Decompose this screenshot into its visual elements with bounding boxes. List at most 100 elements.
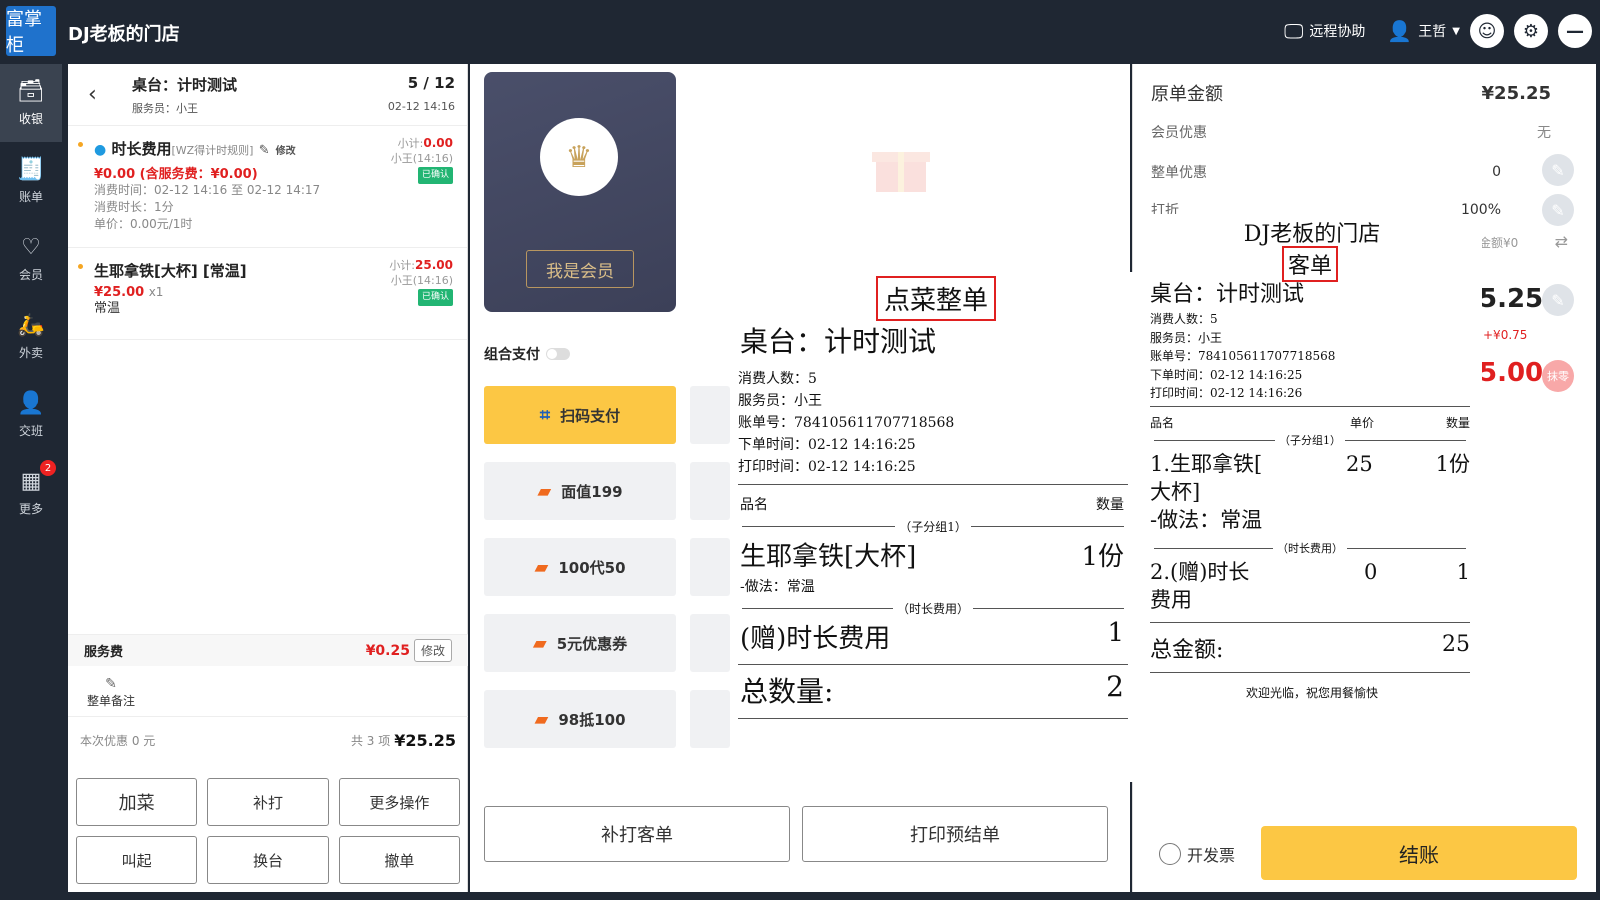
- pay-method-partial[interactable]: [690, 614, 730, 672]
- receipt-item-row: 1.生耶拿铁[ 大杯] -做法：常温 25 1份: [1150, 450, 1470, 534]
- edit-icon[interactable]: ✎: [1542, 284, 1574, 316]
- pay-method-partial[interactable]: [690, 538, 730, 596]
- receipt-header-row: 品名 数量: [740, 494, 1124, 514]
- receipt-bill-no: 账单号：784105611707718568: [738, 415, 955, 431]
- receipt-waiter: 服务员：小王: [738, 393, 822, 409]
- sidebar-item-delivery[interactable]: 🛵 外卖: [0, 298, 62, 376]
- call-up-button[interactable]: 叫起: [76, 836, 198, 884]
- sidebar-item-bills[interactable]: 🧾 账单: [0, 142, 62, 220]
- app-logo: 富掌柜: [6, 6, 56, 56]
- sidebar-item-label: 交班: [18, 424, 43, 438]
- crown-icon: ♛: [540, 118, 618, 196]
- group-label: （子分组1）: [899, 520, 967, 534]
- gear-icon[interactable]: ⚙: [1514, 14, 1548, 48]
- edit-icon[interactable]: ✎: [259, 143, 270, 158]
- coupon-button[interactable]: ▰ 5元优惠券: [484, 614, 676, 672]
- service-fee-edit-button[interactable]: 修改: [413, 639, 452, 662]
- user-menu[interactable]: 👤 王哲 ▼: [1387, 19, 1460, 43]
- discount-info: 本次优惠 0 元: [80, 734, 156, 748]
- sidebar-item-members[interactable]: ♡ 会员: [0, 220, 62, 298]
- support-icon[interactable]: ☺: [1470, 14, 1504, 48]
- round-off-button[interactable]: 抹零: [1542, 360, 1574, 392]
- change-table-button[interactable]: 换台: [207, 836, 329, 884]
- more-actions-button[interactable]: 更多操作: [338, 778, 460, 826]
- col-qty: 数量: [1445, 416, 1470, 430]
- receipt-item-qty: 1份: [1435, 452, 1470, 476]
- member-card[interactable]: ♛ 我是会员: [484, 72, 676, 312]
- swap-icon[interactable]: ⇄: [1555, 232, 1568, 251]
- invoice-radio[interactable]: [1159, 843, 1181, 865]
- sidebar: 🗃 收银 🧾 账单 ♡ 会员 🛵 外卖 👤 交班 ▦ 2 更多: [0, 64, 66, 900]
- group-divider: （子分组1）: [738, 518, 1128, 535]
- edit-icon[interactable]: ✎: [1542, 154, 1574, 186]
- pay-method-partial[interactable]: [690, 462, 730, 520]
- receipt-item-name-cont: 大杯]: [1150, 480, 1201, 504]
- cancel-order-button[interactable]: 撤单: [338, 836, 460, 884]
- sidebar-item-shift[interactable]: 👤 交班: [0, 376, 62, 454]
- receipt-item-name: 生耶拿铁[大杯]: [740, 542, 917, 572]
- minimize-icon[interactable]: —: [1558, 14, 1592, 48]
- print-prebill-button[interactable]: 打印预结单: [802, 806, 1108, 862]
- reprint-button[interactable]: 补打: [207, 778, 329, 826]
- group-divider: （时长费用）: [738, 600, 1128, 617]
- original-amount-value: ¥25.25: [1481, 82, 1551, 104]
- pay-method-label: 面值199: [561, 482, 623, 501]
- coupon-button[interactable]: ▰ 98抵100: [484, 690, 676, 748]
- reprint-receipt-button[interactable]: 补打客单: [484, 806, 790, 862]
- col-price: 单价: [1350, 416, 1375, 430]
- receipt-footer: 欢迎光临，祝您用餐愉快: [1245, 686, 1378, 700]
- receipt-item-row: 2.(赠)时长 费用 0 1: [1150, 558, 1470, 614]
- item-price: ¥25.00: [94, 285, 145, 300]
- order-item[interactable]: ● 时长费用[WZ得计时规则] ✎ 修改 ¥0.00 (含服务费：¥0.00) 消…: [68, 126, 467, 248]
- receipt-guests: 消费人数：5: [1150, 312, 1218, 326]
- original-amount-label: 原单金额: [1151, 84, 1223, 105]
- receipt-item-note: -做法：常温: [740, 576, 1124, 596]
- cash-register-icon: 🗃: [17, 79, 45, 104]
- receipt-total-row: 总金额: 25: [1150, 632, 1470, 664]
- sidebar-item-more[interactable]: ▦ 2 更多: [0, 454, 62, 532]
- edit-icon: ✎: [105, 676, 117, 692]
- subtotal-label: 小计:: [397, 137, 424, 150]
- sidebar-item-cashier[interactable]: 🗃 收银: [0, 64, 62, 142]
- monitor-icon: 🖵: [1284, 19, 1304, 43]
- pay-method-partial[interactable]: [690, 386, 730, 444]
- receipt-item-name: (赠)时长费用: [740, 624, 891, 654]
- user-icon: 👤: [1387, 19, 1413, 43]
- coupon-button[interactable]: ▰ 面值199: [484, 462, 676, 520]
- back-arrow-icon[interactable]: ‹: [88, 82, 97, 107]
- order-time: 02-12 14:16: [387, 100, 455, 113]
- receipt-item-row: 生耶拿铁[大杯] 1份: [740, 536, 1124, 573]
- edit-icon[interactable]: ✎: [1542, 194, 1574, 226]
- divider: [738, 484, 1128, 485]
- receipt-preview-customer: DJ老板的门店 客单 桌台：计时测试 消费人数：5 服务员：小王 账单号：784…: [1142, 214, 1482, 794]
- order-discount-row: 整单优惠 0: [1151, 162, 1501, 182]
- receipt-bill-no: 账单号：784105611707718568: [1150, 349, 1336, 363]
- pay-method-partial[interactable]: [690, 690, 730, 748]
- divider: [738, 664, 1128, 665]
- member-discount-label: 会员优惠: [1151, 125, 1207, 141]
- order-remark-label: 整单备注: [86, 694, 135, 708]
- scan-pay-button[interactable]: ⌗ 扫码支付: [484, 386, 676, 444]
- user-name: 王哲: [1418, 24, 1447, 40]
- checkout-button[interactable]: 结账: [1261, 826, 1577, 880]
- combo-pay-row[interactable]: 组合支付: [484, 344, 570, 364]
- item-rule: [WZ得计时规则]: [171, 144, 254, 157]
- item-meta: 消费时间：02-12 14:16 至 02-12 14:17: [94, 183, 321, 197]
- bullet-dot: [78, 264, 83, 269]
- edit-link[interactable]: 修改: [276, 146, 296, 157]
- receipt-note-text: -做法：常温: [740, 579, 815, 595]
- receipt-print-time: 打印时间：02-12 14:16:26: [1150, 386, 1303, 400]
- subtotal-value: 25.00: [415, 258, 453, 272]
- order-item[interactable]: 生耶拿铁[大杯] [常温] ¥25.00 x1 常温 小计:25.00 小王(1…: [68, 248, 467, 340]
- remote-help-button[interactable]: 🖵 远程协助: [1284, 19, 1365, 43]
- invoice-option[interactable]: 开发票: [1159, 842, 1235, 866]
- member-button[interactable]: 我是会员: [526, 250, 634, 288]
- add-dish-button[interactable]: 加菜: [76, 778, 198, 826]
- service-fee-row: 服务费 ¥0.25 修改: [68, 634, 468, 666]
- coupon-button[interactable]: ▰ 100代50: [484, 538, 676, 596]
- item-subtotal: 小计:0.00 小王(14:16) 已确认: [391, 136, 453, 184]
- grid-icon: ▦: [20, 469, 42, 494]
- order-remark-button[interactable]: ✎ 整单备注: [76, 676, 146, 709]
- item-name: 时长费用: [111, 140, 172, 158]
- combo-pay-toggle[interactable]: [546, 348, 570, 360]
